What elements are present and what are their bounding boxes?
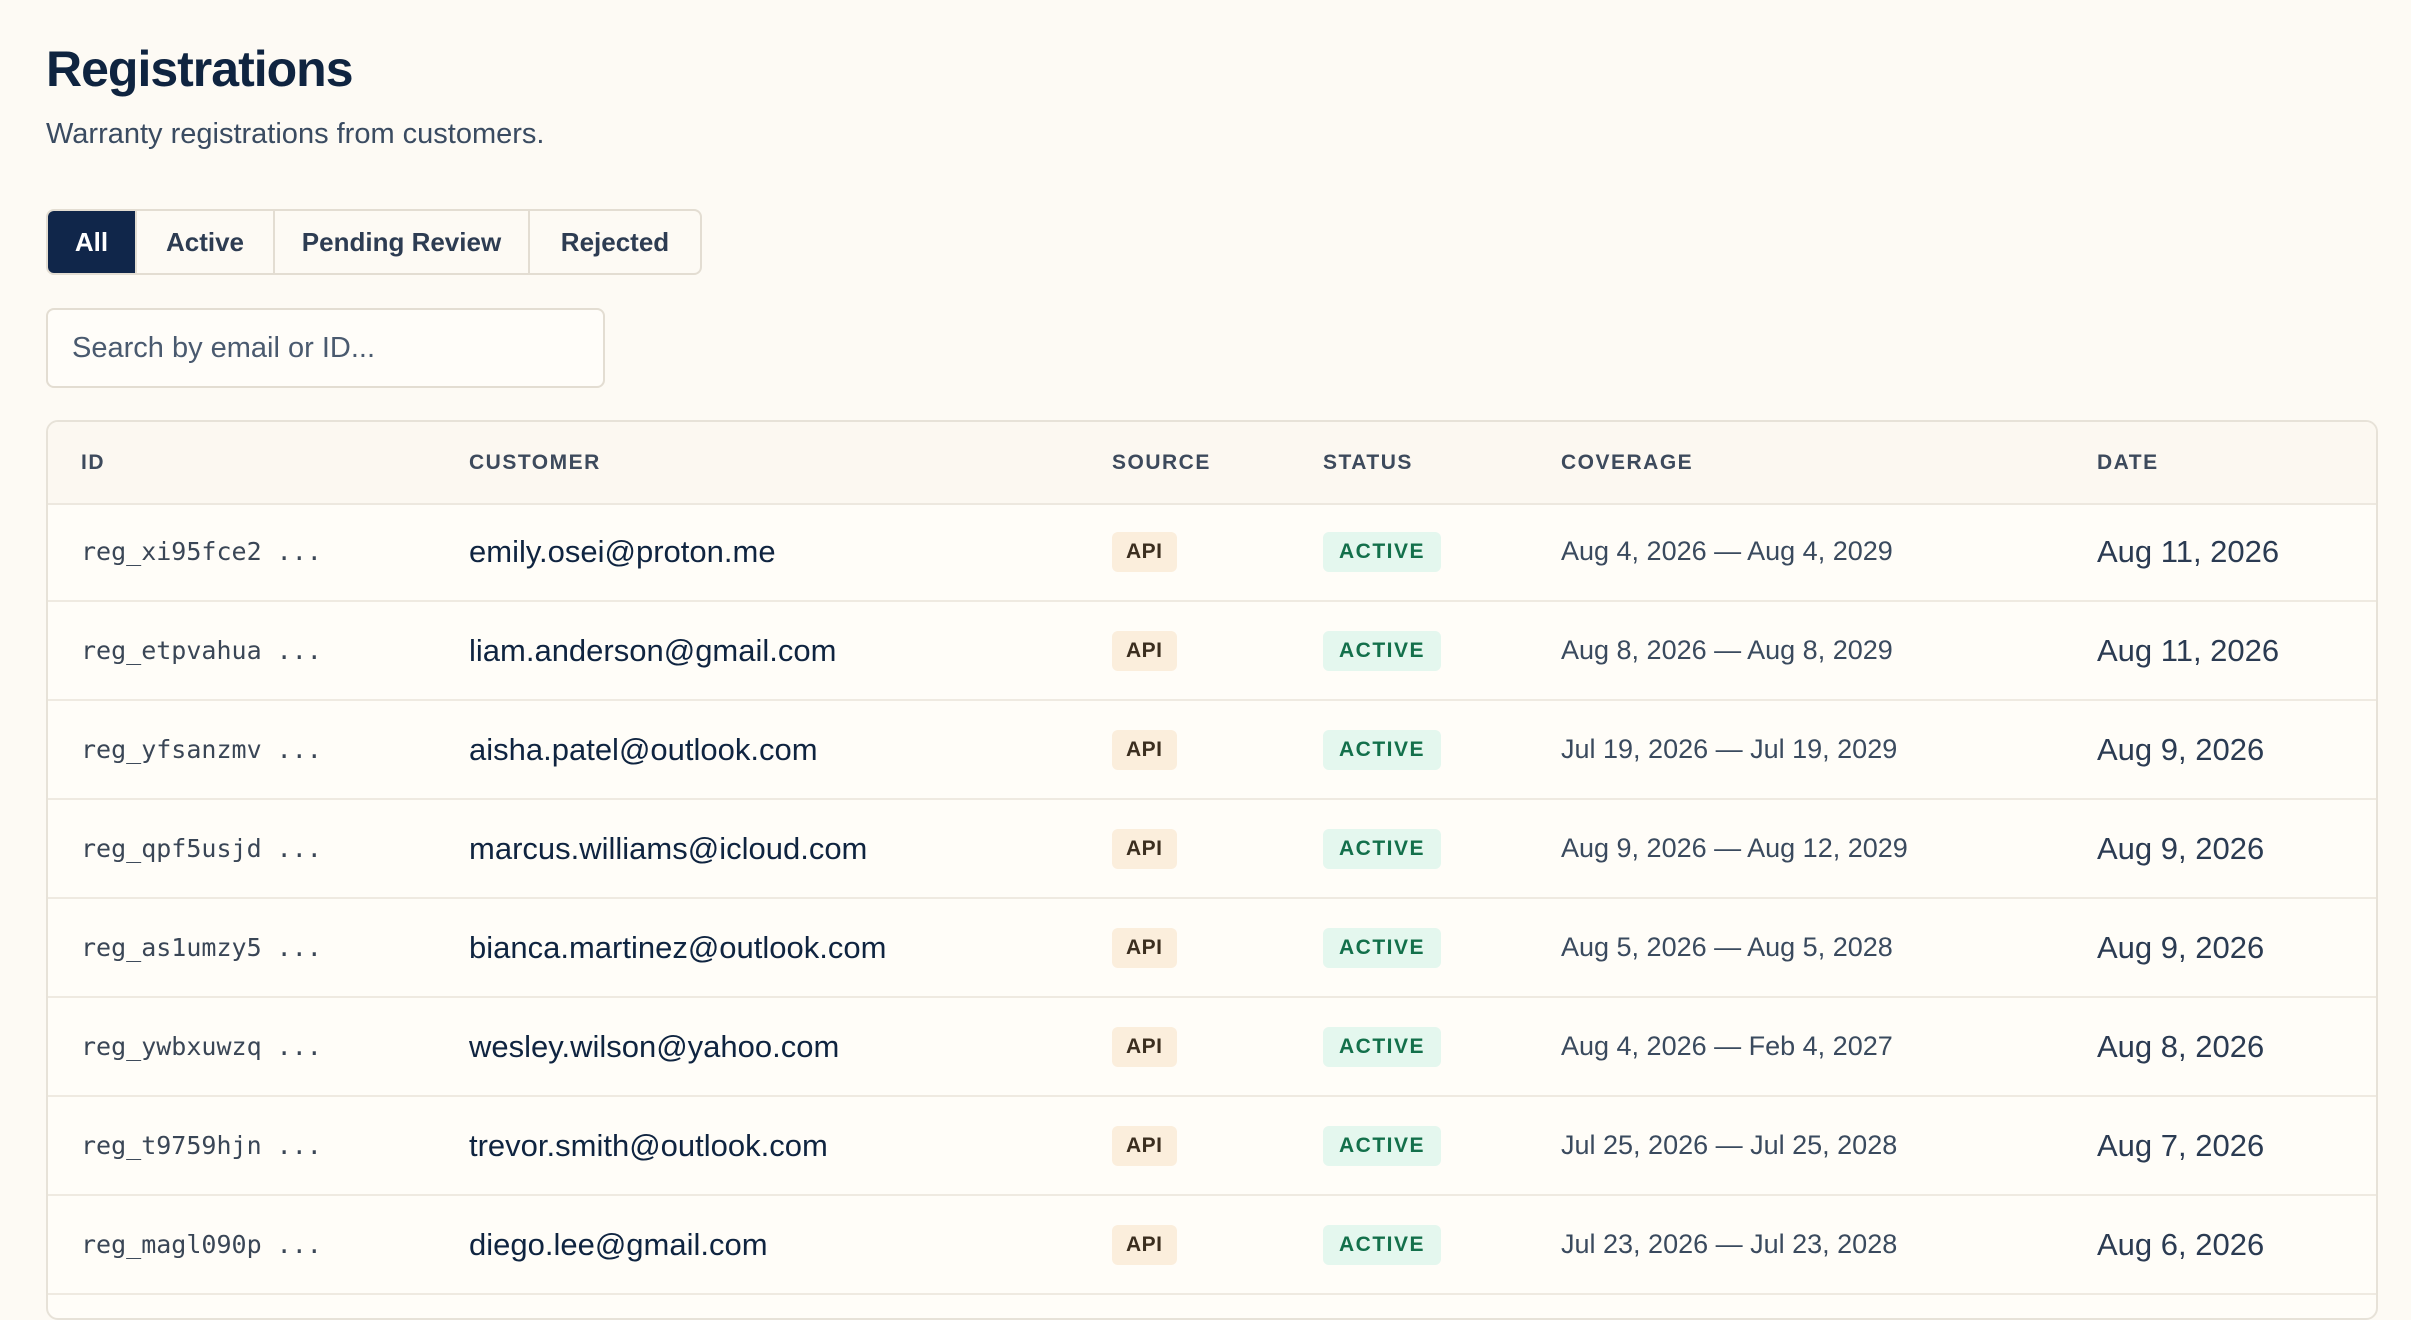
tab-rejected[interactable]: Rejected — [530, 211, 700, 273]
table-row[interactable]: reg_xi95fce2 ... emily.osei@proton.me AP… — [48, 503, 2376, 602]
registration-date: Aug 6, 2026 — [2097, 1226, 2265, 1262]
registrations-table: ID CUSTOMER SOURCE STATUS COVERAGE DATE … — [46, 420, 2378, 1320]
status-badge: ACTIVE — [1323, 1026, 1442, 1067]
source-badge: API — [1112, 1026, 1177, 1067]
status-cell: ACTIVE — [1323, 998, 1442, 1095]
registration-id[interactable]: reg_t9759hjn ... — [81, 1097, 322, 1194]
registration-id[interactable]: reg_magl090p ... — [81, 1196, 322, 1293]
customer-email: bianca.martinez@outlook.com — [469, 929, 887, 965]
table-row[interactable]: reg_yfsanzmv ... aisha.patel@outlook.com… — [48, 701, 2376, 800]
status-badge: ACTIVE — [1323, 927, 1442, 968]
registration-id[interactable]: reg_qpf5usjd ... — [81, 800, 322, 897]
registration-id[interactable]: reg_yfsanzmv ... — [81, 701, 322, 798]
page-title: Registrations — [46, 41, 354, 97]
registration-id[interactable]: reg_as1umzy5 ... — [81, 899, 322, 996]
registration-date: Aug 7, 2026 — [2097, 1127, 2265, 1163]
registration-date: Aug 11, 2026 — [2097, 632, 2280, 668]
status-badge: ACTIVE — [1323, 1224, 1442, 1265]
customer-email: diego.lee@gmail.com — [469, 1226, 768, 1262]
coverage-range: Jul 19, 2026 — Jul 19, 2029 — [1561, 734, 1898, 764]
coverage-range: Aug 4, 2026 — Feb 4, 2027 — [1561, 1031, 1893, 1061]
source-badge: API — [1112, 729, 1177, 770]
coverage-range: Aug 9, 2026 — Aug 12, 2029 — [1561, 833, 1908, 863]
customer-email: wesley.wilson@yahoo.com — [469, 1028, 840, 1064]
table-row[interactable]: reg_qpf5usjd ... marcus.williams@icloud.… — [48, 800, 2376, 899]
source-badge: API — [1112, 630, 1177, 671]
customer-email: marcus.williams@icloud.com — [469, 830, 868, 866]
tab-active[interactable]: Active — [137, 211, 275, 273]
registration-date: Aug 9, 2026 — [2097, 830, 2265, 866]
tab-pending-review[interactable]: Pending Review — [275, 211, 530, 273]
filter-tabs: All Active Pending Review Rejected — [46, 209, 702, 275]
column-header-id: ID — [81, 451, 105, 474]
customer-email: liam.anderson@gmail.com — [469, 632, 837, 668]
customer-email: trevor.smith@outlook.com — [469, 1127, 828, 1163]
column-header-source: SOURCE — [1112, 451, 1211, 474]
source-cell: API — [1112, 701, 1177, 798]
source-badge: API — [1112, 828, 1177, 869]
registration-date: Aug 9, 2026 — [2097, 929, 2265, 965]
source-cell: API — [1112, 1196, 1177, 1293]
column-header-status: STATUS — [1323, 451, 1413, 474]
registration-date: Aug 11, 2026 — [2097, 533, 2280, 569]
table-row[interactable]: reg_t9759hjn ... trevor.smith@outlook.co… — [48, 1097, 2376, 1196]
coverage-range: Aug 8, 2026 — Aug 8, 2029 — [1561, 635, 1893, 665]
table-row[interactable]: reg_magl090p ... diego.lee@gmail.com API… — [48, 1196, 2376, 1295]
column-header-customer: CUSTOMER — [469, 451, 601, 474]
customer-email: aisha.patel@outlook.com — [469, 731, 818, 767]
registration-id[interactable]: reg_xi95fce2 ... — [81, 503, 322, 600]
registration-date: Aug 9, 2026 — [2097, 731, 2265, 767]
status-badge: ACTIVE — [1323, 531, 1442, 572]
status-cell: ACTIVE — [1323, 1196, 1442, 1293]
source-badge: API — [1112, 927, 1177, 968]
status-cell: ACTIVE — [1323, 602, 1442, 699]
registration-date: Aug 8, 2026 — [2097, 1028, 2265, 1064]
registration-id[interactable]: reg_etpvahua ... — [81, 602, 322, 699]
registration-id[interactable]: reg_ywbxuwzq ... — [81, 998, 322, 1095]
page-subtitle: Warranty registrations from customers. — [46, 118, 545, 150]
registrations-page: Registrations Warranty registrations fro… — [0, 0, 2411, 1320]
source-cell: API — [1112, 602, 1177, 699]
column-header-coverage: COVERAGE — [1561, 451, 1694, 474]
table-row[interactable]: reg_as1umzy5 ... bianca.martinez@outlook… — [48, 899, 2376, 998]
status-badge: ACTIVE — [1323, 630, 1442, 671]
source-cell: API — [1112, 998, 1177, 1095]
source-cell: API — [1112, 800, 1177, 897]
status-cell: ACTIVE — [1323, 899, 1442, 996]
coverage-range: Aug 5, 2026 — Aug 5, 2028 — [1561, 932, 1893, 962]
coverage-range: Jul 25, 2026 — Jul 25, 2028 — [1561, 1130, 1898, 1160]
status-badge: ACTIVE — [1323, 828, 1442, 869]
coverage-range: Aug 4, 2026 — Aug 4, 2029 — [1561, 536, 1893, 566]
source-badge: API — [1112, 1224, 1177, 1265]
coverage-range: Jul 23, 2026 — Jul 23, 2028 — [1561, 1229, 1898, 1259]
source-badge: API — [1112, 1125, 1177, 1166]
search-input[interactable] — [46, 308, 605, 388]
source-cell: API — [1112, 899, 1177, 996]
status-badge: ACTIVE — [1323, 1125, 1442, 1166]
status-cell: ACTIVE — [1323, 503, 1442, 600]
table-header: ID CUSTOMER SOURCE STATUS COVERAGE DATE — [48, 422, 2376, 505]
status-cell: ACTIVE — [1323, 800, 1442, 897]
status-cell: ACTIVE — [1323, 701, 1442, 798]
table-row[interactable]: reg_ywbxuwzq ... wesley.wilson@yahoo.com… — [48, 998, 2376, 1097]
source-cell: API — [1112, 503, 1177, 600]
tab-all[interactable]: All — [48, 211, 137, 273]
source-cell: API — [1112, 1097, 1177, 1194]
source-badge: API — [1112, 531, 1177, 572]
status-badge: ACTIVE — [1323, 729, 1442, 770]
table-row[interactable]: reg_etpvahua ... liam.anderson@gmail.com… — [48, 602, 2376, 701]
column-header-date: DATE — [2097, 451, 2159, 474]
customer-email: emily.osei@proton.me — [469, 533, 776, 569]
status-cell: ACTIVE — [1323, 1097, 1442, 1194]
